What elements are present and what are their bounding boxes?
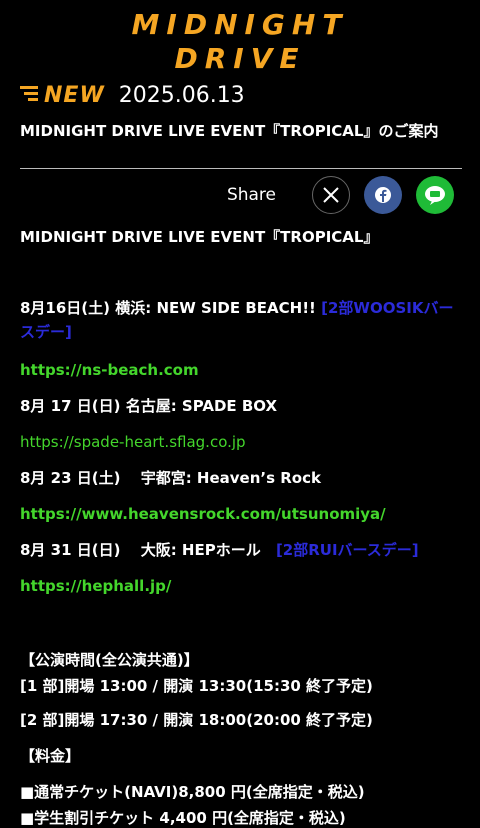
event-4-text: 8月 31 日(日) 大阪: HEPホール [20,541,261,559]
facebook-icon [375,187,391,203]
part1-time: [1 部]開場 13:00 / 開演 13:30(15:30 終了予定) [20,677,373,695]
divider [20,168,462,169]
article-title: MIDNIGHT DRIVE LIVE EVENT『TROPICAL』 [20,228,379,246]
logo-line-1: MIDNIGHT [131,8,349,41]
event-3-text: 8月 23 日(土) 宇都宮: Heaven’s Rock [20,469,321,487]
price-student: ■学生割引チケット 4,400 円(全席指定・税込) [20,809,346,827]
line-icon [425,186,445,205]
event-1-link[interactable]: https://ns-beach.com [20,358,199,382]
news-headline: MIDNIGHT DRIVE LIVE EVENT『TROPICAL』のご案内 [20,122,439,140]
event-2-link[interactable]: https://spade-heart.sflag.co.jp [20,430,246,454]
news-meta: NEW 2025.06.13 [20,82,245,108]
share-facebook-button[interactable] [364,176,402,214]
speed-stripes-icon [20,86,38,104]
event-3-link[interactable]: https://www.heavensrock.com/utsunomiya/ [20,502,386,526]
share-label: Share [226,185,276,205]
brand-logo: MIDNIGHT DRIVE [0,6,480,76]
post-date: 2025.06.13 [118,82,245,108]
event-1-text: 8月16日(土) 横浜: NEW SIDE BEACH!! [20,299,316,317]
event-4-link[interactable]: https://hephall.jp/ [20,574,171,598]
share-bar: Share [227,176,454,214]
part2-time: [2 部]開場 17:30 / 開演 18:00(20:00 終了予定) [20,711,373,729]
x-logo-icon [323,187,339,203]
price-header: 【料金】 [20,747,81,765]
event-1-line: 8月16日(土) 横浜: NEW SIDE BEACH!! [2部WOOSIKバ… [20,296,460,344]
event-4-note: [2部RUIバースデー] [275,541,419,559]
share-line-button[interactable] [416,176,454,214]
price-regular: ■通常チケット(NAVI)8,800 円(全席指定・税込) [20,783,365,801]
new-badge: NEW [44,82,105,108]
event-4-line: 8月 31 日(日) 大阪: HEPホール [2部RUIバースデー] [20,538,419,562]
event-2-text: 8月 17 日(日) 名古屋: SPADE BOX [20,397,278,415]
logo-line-2: DRIVE [174,42,306,75]
time-header: 【公演時間(全公演共通)】 [20,651,199,669]
share-x-button[interactable] [312,176,350,214]
